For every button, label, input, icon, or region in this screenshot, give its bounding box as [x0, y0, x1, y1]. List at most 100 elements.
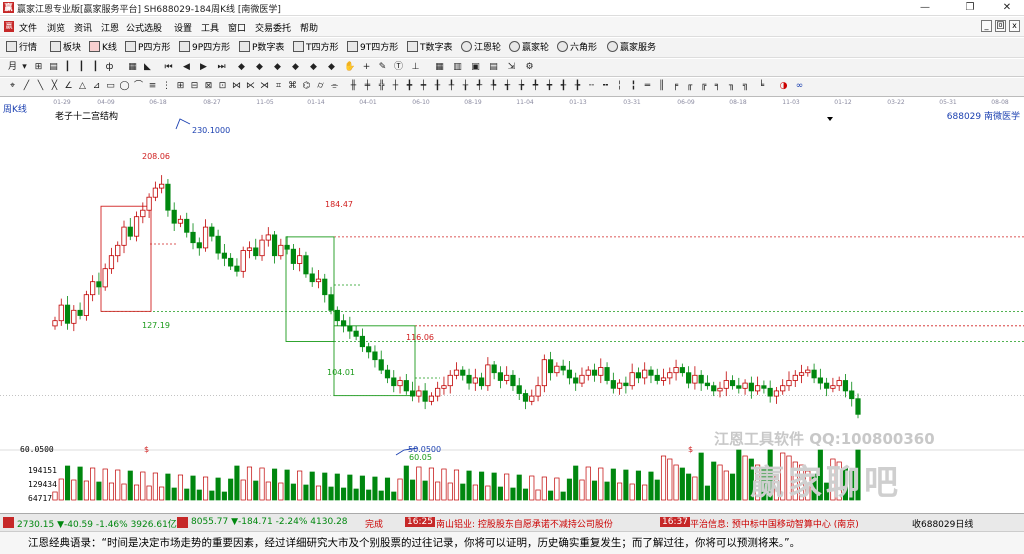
line-tool-29-icon[interactable]: ┿ [418, 81, 429, 92]
menu-gann[interactable]: 江恩 [101, 21, 119, 34]
pencil-icon[interactable]: ✎ [377, 62, 388, 73]
child-restore-button[interactable]: 回 [995, 20, 1006, 32]
line-tool-19-icon[interactable]: ⌗ [273, 81, 284, 92]
line-tool-31-icon[interactable]: ╀ [446, 81, 457, 92]
candle-switch-icon[interactable]: ▦ [127, 62, 138, 73]
line-tool-50-icon[interactable]: ╕ [712, 81, 723, 92]
diamond6-icon[interactable]: ◆ [326, 62, 337, 73]
prev-icon[interactable]: ◀ [181, 62, 192, 73]
line-tool-3-icon[interactable]: ╳ [49, 81, 60, 92]
crosshair-icon[interactable]: + [361, 62, 372, 73]
line-tool-38-icon[interactable]: ╈ [544, 81, 555, 92]
dropdown-icon[interactable]: ▾ [19, 62, 30, 73]
line-tool-46-icon[interactable]: ║ [656, 81, 667, 92]
line-tool-40-icon[interactable]: ╊ [572, 81, 583, 92]
bars3-icon[interactable]: ┃ [90, 62, 101, 73]
child-minimize-button[interactable]: _ [981, 20, 992, 32]
tb-service-button[interactable]: 赢家服务 [607, 41, 656, 55]
color-icon[interactable]: ◣ [142, 62, 153, 73]
sh-index[interactable]: 2730.15 ▼-40.59 -1.46% 3926.61亿 [17, 517, 177, 530]
tb-quotes-button[interactable]: 行情 [6, 41, 37, 55]
line-tool-9-icon[interactable]: ⌒ [133, 81, 144, 92]
tb-gannwheel-button[interactable]: 江恩轮 [461, 41, 501, 55]
news-2[interactable]: 平治信息: 预中标中国移动智算中心 (南京) [690, 517, 859, 530]
tb-9psquare-button[interactable]: 9P四方形 [179, 41, 230, 55]
line-tool-23-icon[interactable]: ⌯ [329, 81, 340, 92]
line-tool-25-icon[interactable]: ╪ [362, 81, 373, 92]
line-tool-35-icon[interactable]: ╅ [502, 81, 513, 92]
line-tool-26-icon[interactable]: ╬ [376, 81, 387, 92]
infinity-icon[interactable]: ∞ [794, 81, 805, 92]
line-tool-5-icon[interactable]: △ [77, 81, 88, 92]
line-tool-7-icon[interactable]: ▭ [105, 81, 116, 92]
line-tool-49-icon[interactable]: ╔ [698, 81, 709, 92]
line-tool-41-icon[interactable]: ╌ [586, 81, 597, 92]
line-tool-18-icon[interactable]: ⋊ [259, 81, 270, 92]
line-tool-42-icon[interactable]: ╍ [600, 81, 611, 92]
tb-tnumber-button[interactable]: T数字表 [407, 41, 453, 55]
line-tool-10-icon[interactable]: ≡ [147, 81, 158, 92]
calc-icon[interactable]: ▦ [434, 62, 445, 73]
maximize-button[interactable]: ❐ [955, 0, 985, 16]
tb-pnumber-button[interactable]: P数字表 [239, 41, 284, 55]
line-tool-37-icon[interactable]: ╇ [530, 81, 541, 92]
tb-hexagon-button[interactable]: 六角形 [557, 41, 597, 55]
next-icon[interactable]: ▶ [198, 62, 209, 73]
tb-kline-button[interactable]: K线 [89, 41, 117, 55]
child-close-button[interactable]: x [1009, 20, 1020, 32]
line-tool-13-icon[interactable]: ⊟ [189, 81, 200, 92]
line-tool-30-icon[interactable]: ╂ [432, 81, 443, 92]
line-tool-33-icon[interactable]: ╃ [474, 81, 485, 92]
color-wheel-icon[interactable]: ◑ [778, 81, 789, 92]
line-tool-44-icon[interactable]: ╏ [628, 81, 639, 92]
line-tool-24-icon[interactable]: ╫ [348, 81, 359, 92]
text-icon[interactable]: Ⓣ [393, 62, 404, 73]
line-tool-1-icon[interactable]: ╱ [21, 81, 32, 92]
menu-file[interactable]: 文件 [19, 21, 37, 34]
zoom-icon[interactable]: ⊞ [33, 62, 44, 73]
line-tool-22-icon[interactable]: ⌭ [315, 81, 326, 92]
line-tool-20-icon[interactable]: ⌘ [287, 81, 298, 92]
candle-type-icon[interactable]: ф [104, 62, 115, 73]
menu-help[interactable]: 帮助 [300, 21, 318, 34]
diamond1-icon[interactable]: ◆ [236, 62, 247, 73]
sz-index[interactable]: 8055.77 ▼-184.71 -2.24% 4130.28 [191, 517, 348, 527]
line-tool-15-icon[interactable]: ⊡ [217, 81, 228, 92]
menu-settings[interactable]: 设置 [174, 21, 192, 34]
menu-formula[interactable]: 公式选股 [126, 21, 162, 34]
line-tool-6-icon[interactable]: ⊿ [91, 81, 102, 92]
save-icon[interactable]: ▣ [470, 62, 481, 73]
last-icon[interactable]: ⏭ [216, 62, 227, 73]
line-tool-28-icon[interactable]: ╋ [404, 81, 415, 92]
tb-9tsquare-button[interactable]: 9T四方形 [347, 41, 398, 55]
chart-area[interactable]: 01-29 04-09 06-18 08-27 11-05 01-14 04-01 06-10… [0, 97, 1024, 513]
bars-icon[interactable]: ┃ [62, 62, 73, 73]
line-tool-39-icon[interactable]: ╉ [558, 81, 569, 92]
bars2-icon[interactable]: ┃ [76, 62, 87, 73]
diamond2-icon[interactable]: ◆ [254, 62, 265, 73]
line-tool-2-icon[interactable]: ╲ [35, 81, 46, 92]
line-tool-32-icon[interactable]: ╁ [460, 81, 471, 92]
menu-window[interactable]: 窗口 [228, 21, 246, 34]
pointer-icon[interactable]: ⌖ [7, 81, 18, 92]
line-tool-36-icon[interactable]: ╆ [516, 81, 527, 92]
diamond3-icon[interactable]: ◆ [272, 62, 283, 73]
close-button[interactable]: ✕ [992, 0, 1022, 16]
line-tool-34-icon[interactable]: ╄ [488, 81, 499, 92]
line-tool-12-icon[interactable]: ⊞ [175, 81, 186, 92]
table-icon[interactable]: ▥ [452, 62, 463, 73]
kline-chart[interactable]: 01-29 04-09 06-18 08-27 11-05 01-14 04-01 06-10… [0, 97, 1024, 513]
line-tool-11-icon[interactable]: ⋮ [161, 81, 172, 92]
first-icon[interactable]: ⏮ [163, 62, 174, 73]
settings-icon[interactable]: ⚙ [524, 62, 535, 73]
line-tool-53-icon[interactable]: ╘ [756, 81, 767, 92]
line-tool-17-icon[interactable]: ⋉ [245, 81, 256, 92]
hand-icon[interactable]: ✋ [344, 62, 355, 73]
tb-tsquare-button[interactable]: T四方形 [293, 41, 339, 55]
line-tool-43-icon[interactable]: ╎ [614, 81, 625, 92]
diamond5-icon[interactable]: ◆ [308, 62, 319, 73]
news-1[interactable]: 南山铝业: 控股股东自愿承诺不减持公司股份 [436, 517, 613, 530]
axis-icon[interactable]: ⊥ [410, 62, 421, 73]
line-tool-14-icon[interactable]: ⊠ [203, 81, 214, 92]
period-select-icon[interactable]: 月 [7, 62, 18, 73]
